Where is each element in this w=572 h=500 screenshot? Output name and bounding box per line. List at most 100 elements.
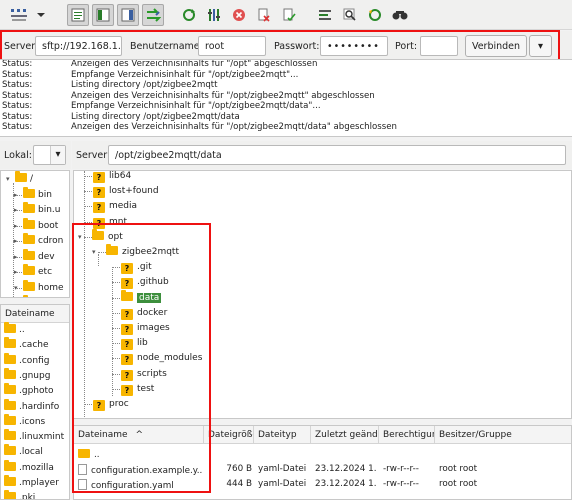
local-tree-item[interactable]: ▸ bin.u [14, 202, 60, 218]
expand-arrow-icon[interactable]: ▸ [14, 250, 22, 265]
unknown-folder-icon: ? [121, 339, 133, 351]
expand-arrow-icon[interactable]: ▸ [14, 234, 22, 249]
disconnect-icon[interactable] [253, 4, 275, 26]
remote-tree-item[interactable]: data [115, 289, 162, 306]
expand-arrow-icon[interactable]: ▾ [78, 230, 86, 245]
remote-column-size[interactable]: Dateigröße [204, 426, 254, 444]
expand-arrow-icon[interactable]: ▸ [14, 219, 22, 234]
remote-tree-item[interactable]: ? .git [115, 260, 152, 275]
folder-icon [4, 475, 16, 486]
list-item[interactable]: .icons [4, 413, 46, 430]
log-kind: Status: [2, 122, 33, 132]
list-item[interactable]: .gphoto [4, 383, 54, 399]
remote-tree-item[interactable]: ? media [87, 199, 137, 214]
remote-column-type[interactable]: Dateityp [254, 426, 311, 444]
local-tree-item[interactable]: ▾ home [14, 279, 64, 296]
local-tree-item[interactable]: ▸ etc [14, 264, 52, 280]
local-tree-item[interactable]: ▸ dev [14, 248, 55, 265]
site-manager-icon[interactable] [4, 4, 34, 26]
expand-arrow-icon[interactable]: ▾ [92, 245, 100, 260]
cell-name: configuration.yaml [78, 479, 202, 491]
cell-owner: root root [439, 479, 571, 489]
remote-column-name[interactable]: Dateiname ^ [74, 426, 204, 444]
toolbar [0, 0, 572, 30]
remote-tree-item[interactable]: ? node_modules [115, 351, 202, 366]
folder-icon [4, 429, 16, 441]
transfer-queue-icon[interactable] [142, 4, 164, 26]
local-tree-item[interactable]: ▸ bin [14, 186, 52, 203]
remote-column-owner[interactable]: Besitzer/Gruppe [435, 426, 571, 444]
remote-path-input[interactable]: /opt/zigbee2mqtt/data [108, 145, 566, 165]
local-tree-item[interactable]: ▸lib [14, 295, 49, 297]
username-input[interactable]: root [198, 36, 266, 56]
refresh-icon[interactable] [178, 4, 200, 26]
table-row[interactable]: .. [74, 448, 571, 463]
list-item[interactable]: .local [4, 444, 43, 460]
local-tree-item[interactable]: ▾ / [6, 171, 33, 187]
list-item-label: .icons [19, 416, 46, 427]
local-column-filename[interactable]: Dateiname [1, 305, 69, 323]
find-icon[interactable] [389, 4, 411, 26]
remote-tree-item[interactable]: ? mnt [87, 215, 127, 230]
folder-icon [23, 248, 35, 260]
sort-ascending-icon[interactable]: ^ [136, 430, 144, 440]
log-text: Anzeigen des Verzeichnisinhalts für "/op… [71, 59, 318, 69]
remote-column-perms[interactable]: Berechtigungen [379, 426, 435, 444]
folder-icon [23, 217, 35, 229]
toggle-local-tree-icon[interactable] [92, 4, 114, 26]
remote-tree-item[interactable]: ? lib [115, 336, 148, 351]
list-item[interactable]: .hardinfo [4, 398, 59, 415]
remote-tree-item[interactable]: ? proc [87, 397, 129, 412]
list-item[interactable]: .pki [4, 490, 35, 499]
list-item[interactable]: .cache [4, 337, 49, 353]
chevron-down-icon[interactable]: ▾ [50, 146, 65, 164]
cell-text: configuration.example.y... [91, 466, 202, 477]
folder-icon [23, 264, 35, 275]
expand-arrow-icon[interactable]: ▸ [14, 188, 22, 203]
list-item-label: .cache [19, 340, 49, 351]
local-path-input[interactable]: ▾ [33, 145, 66, 165]
dir-compare-icon[interactable] [314, 4, 336, 26]
table-row[interactable]: configuration.example.y... 760 B yaml-Date… [74, 463, 571, 478]
remote-tree-item[interactable]: ? scripts [115, 367, 167, 382]
connect-dropdown-button[interactable]: ▾ [529, 35, 552, 57]
list-item[interactable]: .mplayer [4, 475, 59, 491]
remote-tree-item[interactable]: ▾ opt [78, 228, 123, 245]
expand-arrow-icon[interactable]: ▾ [6, 172, 14, 187]
toggle-remote-tree-icon[interactable] [117, 4, 139, 26]
list-item[interactable]: .. [4, 322, 25, 338]
remote-tree-item[interactable]: ? docker [115, 306, 167, 321]
toggle-log-icon[interactable] [67, 4, 89, 26]
local-tree-item[interactable]: ▸ cdron [14, 233, 63, 249]
filter-icon[interactable] [203, 4, 225, 26]
remote-tree-item[interactable]: ? images [115, 321, 170, 336]
local-tree-item[interactable]: ▸ boot [14, 217, 58, 234]
remote-tree-item[interactable]: ▾ zigbee2mqtt [92, 244, 179, 260]
connect-button[interactable]: Verbinden [465, 35, 527, 57]
remote-tree-item-label: data [137, 292, 162, 303]
reconnect-icon[interactable] [278, 4, 300, 26]
expand-arrow-icon[interactable]: ▸ [14, 203, 22, 218]
remote-tree-item[interactable]: ? .github [115, 275, 169, 290]
table-row[interactable]: configuration.yaml 444 B yaml-Datei 23.12.2… [74, 478, 571, 493]
expand-arrow-icon[interactable]: ▸ [14, 265, 22, 280]
list-item[interactable]: .config [4, 352, 49, 369]
list-item[interactable]: .gnupg [4, 367, 50, 384]
cancel-icon[interactable] [228, 4, 250, 26]
password-input[interactable]: •••••••• [320, 36, 388, 56]
list-item[interactable]: .linuxmint [4, 429, 64, 445]
remote-tree-item[interactable]: ? test [115, 382, 154, 397]
search-icon[interactable] [339, 4, 361, 26]
local-tree-item-label: dev [38, 251, 55, 262]
list-item[interactable]: .mozilla [4, 459, 54, 476]
expand-arrow-icon[interactable]: ▾ [14, 281, 22, 296]
server-input[interactable]: sftp://192.168.1.1 [35, 36, 122, 56]
dropdown-arrow-icon[interactable] [32, 4, 50, 26]
sync-browse-icon[interactable] [364, 4, 386, 26]
remote-column-modified[interactable]: Zuletzt geändert [311, 426, 379, 444]
expand-arrow-icon[interactable]: ▸ [14, 296, 22, 297]
remote-tree-item-label: test [137, 383, 155, 394]
port-input[interactable] [420, 36, 458, 56]
remote-tree-item[interactable]: ? lost+found [87, 184, 159, 199]
remote-tree-item[interactable]: ? lib64 [87, 171, 131, 184]
